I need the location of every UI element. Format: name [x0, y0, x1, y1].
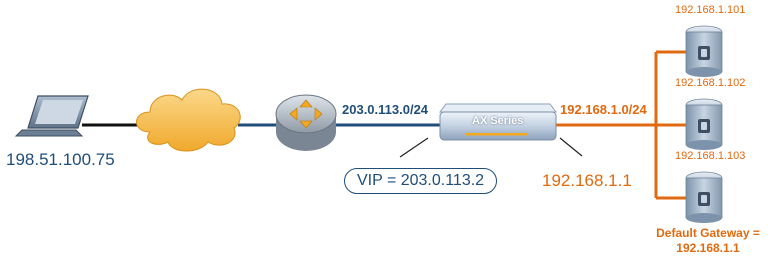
- server-ip-label: 192.168.1.102: [675, 77, 746, 89]
- router-icon: [275, 94, 337, 151]
- default-gateway-line-1: Default Gateway =: [656, 226, 760, 240]
- public-subnet-label: 203.0.113.0/24: [342, 102, 429, 117]
- default-gateway-label: Default Gateway = 192.168.1.1: [650, 226, 766, 256]
- server-icon: [685, 25, 723, 77]
- vip-pointer: [399, 137, 429, 158]
- inside-ip-label: 192.168.1.1: [542, 171, 632, 190]
- inside-ip-pointer: [559, 137, 583, 157]
- server-ip-label: 192.168.1.103: [675, 150, 746, 162]
- default-gateway-line-2: 192.168.1.1: [676, 241, 740, 255]
- cloud-icon: [136, 88, 241, 152]
- laptop-icon: [14, 95, 89, 137]
- client-ip-label: 198.51.100.75: [6, 150, 115, 169]
- diagram-canvas: [14, 25, 723, 223]
- private-subnet-label: 192.168.1.0/24: [560, 102, 647, 117]
- server-icon: [685, 171, 723, 223]
- network-diagram: 198.51.100.75 203.0.113.0/24 AX Series V…: [0, 0, 772, 259]
- server-icon: [685, 98, 723, 150]
- device-label: AX Series: [472, 115, 524, 127]
- vip-label: VIP = 203.0.113.2: [344, 168, 498, 194]
- server-ip-label: 192.168.1.101: [675, 4, 746, 16]
